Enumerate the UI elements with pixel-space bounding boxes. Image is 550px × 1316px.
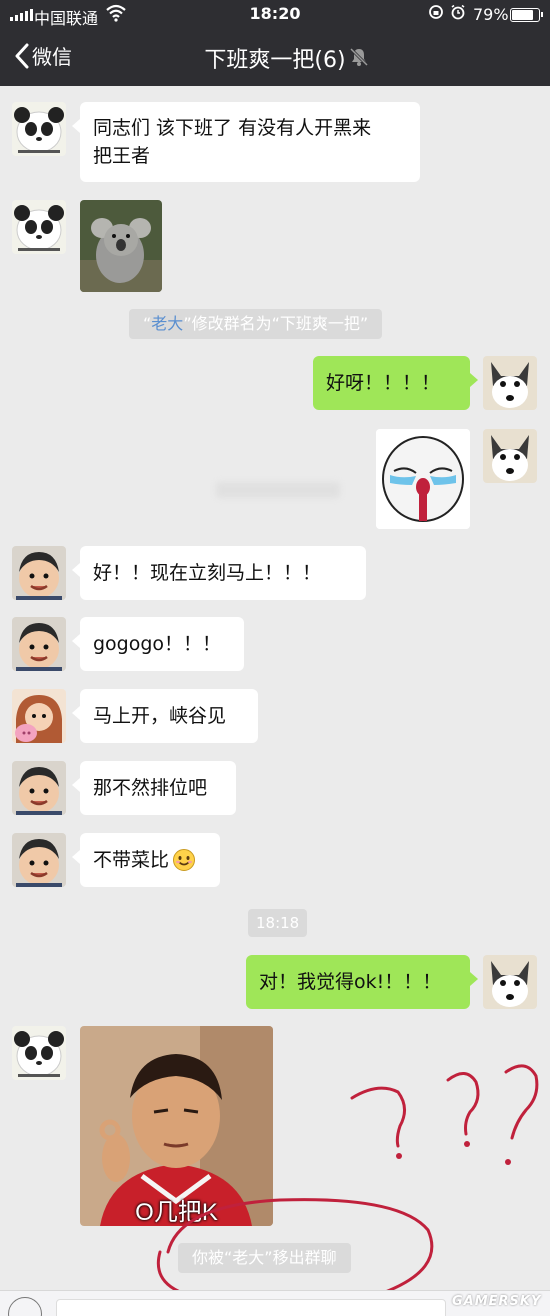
avatar-husky[interactable]	[483, 356, 537, 410]
message-input[interactable]	[56, 1299, 446, 1316]
time-separator: 18:18	[248, 909, 308, 937]
avatar-panda[interactable]	[12, 1026, 66, 1080]
avatar-toddler[interactable]	[12, 761, 66, 815]
avatar-husky[interactable]	[483, 955, 537, 1009]
avatar-toddler[interactable]	[12, 546, 66, 600]
avatar-toddler[interactable]	[12, 617, 66, 671]
chat-title[interactable]: 下班爽一把(6)	[0, 42, 550, 74]
system-rename-notice: “老大”修改群名为“下班爽一把”	[129, 309, 383, 339]
blurred-content	[216, 482, 340, 498]
rotation-lock-icon	[428, 4, 444, 24]
mute-icon	[348, 46, 370, 72]
ok-meme-image[interactable]: O几把K	[80, 1026, 273, 1226]
avatar-cartoon-girl[interactable]	[12, 689, 66, 743]
koala-image[interactable]	[80, 200, 162, 292]
username-link[interactable]: 老大	[151, 314, 183, 333]
battery-percent: 79%	[473, 5, 509, 24]
message-bubble[interactable]: 不带菜比	[72, 833, 220, 887]
avatar-panda[interactable]	[12, 102, 66, 156]
avatar-panda[interactable]	[12, 200, 66, 254]
smile-emoji-icon	[173, 849, 196, 871]
chat-header: 微信 下班爽一把(6)	[0, 30, 550, 86]
message-bubble[interactable]: 同志们 该下班了 有没有人开黑来 把王者	[72, 102, 420, 182]
avatar-toddler[interactable]	[12, 833, 66, 887]
voice-input-button[interactable]	[8, 1297, 42, 1316]
message-bubble[interactable]: 那不然排位吧	[72, 761, 236, 815]
message-bubble[interactable]: 马上开，峡谷见	[72, 689, 258, 743]
message-bubble[interactable]: gogogo！！！	[72, 617, 244, 671]
rename-text: ”修改群名为“下班爽一把”	[183, 314, 369, 333]
message-text: 不带菜比	[93, 849, 170, 871]
message-bubble[interactable]: 好！！现在立刻马上！！！	[72, 546, 366, 600]
status-bar: 中国联通 18:20 79%	[0, 0, 550, 30]
status-time: 18:20	[249, 4, 301, 23]
crying-face-sticker[interactable]	[376, 429, 470, 529]
message-bubble-outgoing[interactable]: 对！我觉得ok!！！！	[246, 955, 478, 1009]
battery-icon	[510, 8, 543, 22]
alarm-icon	[450, 4, 466, 24]
watermark-logo: GAMERSKY	[452, 1294, 542, 1309]
system-removed-notice: 你被“老大”移出群聊	[178, 1243, 351, 1273]
meme-caption: O几把K	[135, 1199, 218, 1226]
avatar-husky[interactable]	[483, 429, 537, 483]
message-bubble-outgoing[interactable]: 好呀！！！！	[313, 356, 478, 410]
